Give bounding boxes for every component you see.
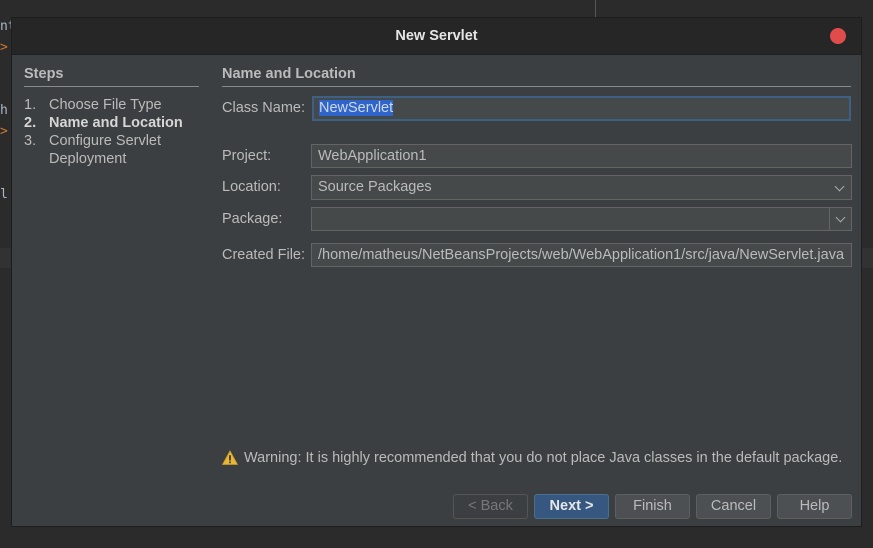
step-item: 3. Configure Servlet (24, 132, 204, 150)
step-item-active: 2. Name and Location (24, 114, 204, 132)
code-fragment: > (0, 124, 8, 139)
chevron-down-icon (835, 212, 846, 223)
close-icon[interactable] (830, 28, 846, 44)
package-label: Package: (222, 211, 283, 227)
steps-heading: Steps (24, 66, 199, 87)
step-label: Choose File Type (49, 97, 162, 113)
class-name-input[interactable]: NewServlet (312, 96, 851, 121)
code-fragment: h (0, 103, 8, 118)
editor-divider (595, 0, 596, 17)
class-name-label: Class Name: (222, 100, 305, 116)
warning-message: Warning: It is highly recommended that y… (222, 450, 842, 466)
project-field[interactable]: WebApplication1 (311, 144, 852, 168)
step-label: Configure Servlet (49, 133, 162, 149)
step-number: 1. (24, 97, 37, 113)
steps-list: 1. Choose File Type 2. Name and Location… (24, 96, 204, 168)
step-number: 2. (24, 115, 37, 131)
project-label: Project: (222, 148, 272, 164)
step-label: Name and Location (49, 115, 183, 131)
panel-heading: Name and Location (222, 66, 851, 87)
dialog-title: New Servlet (395, 28, 478, 44)
help-button[interactable]: Help (777, 494, 852, 519)
class-name-value: NewServlet (319, 100, 394, 116)
code-fragment: > (0, 40, 8, 55)
new-servlet-dialog: New Servlet Steps 1. Choose File Type 2.… (11, 17, 862, 527)
cancel-button[interactable]: Cancel (696, 494, 771, 519)
location-value: Source Packages (318, 179, 432, 195)
back-button[interactable]: < Back (453, 494, 528, 519)
finish-button[interactable]: Finish (615, 494, 690, 519)
step-label: Deployment (49, 151, 127, 167)
created-file-label: Created File: (222, 247, 306, 263)
package-dropdown-button[interactable] (829, 208, 851, 230)
location-label: Location: (222, 179, 281, 195)
warning-triangle-icon (222, 450, 238, 465)
step-item: 1. Choose File Type (24, 96, 204, 114)
created-file-field: /home/matheus/NetBeansProjects/web/WebAp… (311, 243, 852, 267)
step-number (24, 150, 49, 168)
package-combobox[interactable] (311, 207, 852, 231)
step-number: 3. (24, 133, 37, 149)
dialog-titlebar: New Servlet (12, 18, 861, 55)
chevron-down-icon (834, 181, 845, 192)
step-item: Deployment (24, 150, 204, 168)
location-select[interactable]: Source Packages (311, 175, 852, 200)
warning-text: Warning: It is highly recommended that y… (244, 450, 843, 466)
code-fragment: l (0, 187, 8, 202)
next-button[interactable]: Next > (534, 494, 609, 519)
